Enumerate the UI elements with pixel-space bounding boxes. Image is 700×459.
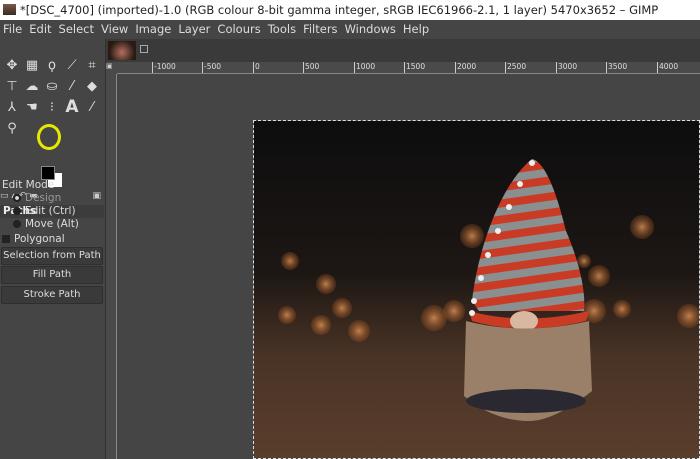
radio-icon <box>13 207 21 215</box>
gimp-app-icon <box>3 4 16 15</box>
checkbox-icon <box>2 235 10 243</box>
mode-edit[interactable]: Edit (Ctrl) <box>13 205 76 217</box>
menu-image[interactable]: Image <box>135 20 171 39</box>
crop-icon[interactable]: ⌗ <box>82 55 102 76</box>
window-title: *[DSC_4700] (imported)-1.0 (RGB colour 8… <box>20 3 659 17</box>
menu-view[interactable]: View <box>101 20 128 39</box>
foreground-color[interactable] <box>41 166 55 180</box>
eraser-icon[interactable]: ◆ <box>82 76 102 97</box>
menu-bar: File Edit Select View Image Layer Colour… <box>0 20 700 39</box>
rect-select-icon[interactable]: ▦ <box>22 55 42 76</box>
mode-move[interactable]: Move (Alt) <box>13 218 79 230</box>
image-tabs <box>106 39 700 62</box>
paths-icon[interactable]: ⁝ <box>42 97 62 118</box>
mode-design[interactable]: Design <box>13 192 61 204</box>
toolbox: ✥ ▦ ϙ ⟋ ⌗ ⊤ ☁ ⛀ ⁄ ◆ ⅄ ☚ ⁝ A ⁄ ⚲ ▭ ▴ ↶ ▬▣… <box>0 39 106 459</box>
menu-colours[interactable]: Colours <box>217 20 260 39</box>
quick-mask-corner[interactable]: ▣ <box>106 62 117 74</box>
image-tab-thumbnail[interactable] <box>108 41 136 60</box>
menu-file[interactable]: File <box>3 20 22 39</box>
move-icon[interactable]: ✥ <box>2 55 22 76</box>
warp-icon[interactable]: ☁ <box>22 76 42 97</box>
menu-edit[interactable]: Edit <box>29 20 51 39</box>
menu-select[interactable]: Select <box>59 20 94 39</box>
horizontal-ruler[interactable]: -1000 -500 0 500 1000 1500 2000 2500 300… <box>117 62 700 74</box>
menu-windows[interactable]: Windows <box>345 20 396 39</box>
lasso-icon[interactable]: ϙ <box>42 55 62 76</box>
edit-mode-label: Edit Mode <box>2 179 55 191</box>
title-bar: *[DSC_4700] (imported)-1.0 (RGB colour 8… <box>0 0 700 20</box>
smudge-icon[interactable]: ☚ <box>22 97 42 118</box>
radio-icon <box>13 194 21 202</box>
bucket-fill-icon[interactable]: ⛀ <box>42 76 62 97</box>
zoom-icon[interactable]: ⚲ <box>2 118 22 139</box>
paths-tool-highlight <box>37 124 61 150</box>
polygonal-checkbox[interactable]: Polygonal <box>2 233 65 245</box>
stroke-path-button[interactable]: Stroke Path <box>1 286 103 304</box>
image-canvas[interactable] <box>253 120 700 459</box>
text-icon[interactable]: A <box>62 97 82 118</box>
menu-filters[interactable]: Filters <box>303 20 337 39</box>
menu-help[interactable]: Help <box>403 20 429 39</box>
clone-icon[interactable]: ⅄ <box>2 97 22 118</box>
gnome-photo <box>254 121 699 458</box>
color-picker-icon[interactable]: ⁄ <box>82 97 102 118</box>
dock-menu-icon[interactable]: ▣ <box>92 191 101 201</box>
menu-layer[interactable]: Layer <box>178 20 210 39</box>
close-icon[interactable] <box>140 45 148 53</box>
selection-from-path-button[interactable]: Selection from Path <box>1 247 103 265</box>
fuzzy-select-icon[interactable]: ⟋ <box>62 55 82 76</box>
vertical-ruler[interactable] <box>106 74 117 459</box>
unified-transform-icon[interactable]: ⊤ <box>2 76 22 97</box>
paintbrush-icon[interactable]: ⁄ <box>62 76 82 97</box>
radio-icon <box>13 220 21 228</box>
fill-path-button[interactable]: Fill Path <box>1 266 103 284</box>
menu-tools[interactable]: Tools <box>268 20 296 39</box>
